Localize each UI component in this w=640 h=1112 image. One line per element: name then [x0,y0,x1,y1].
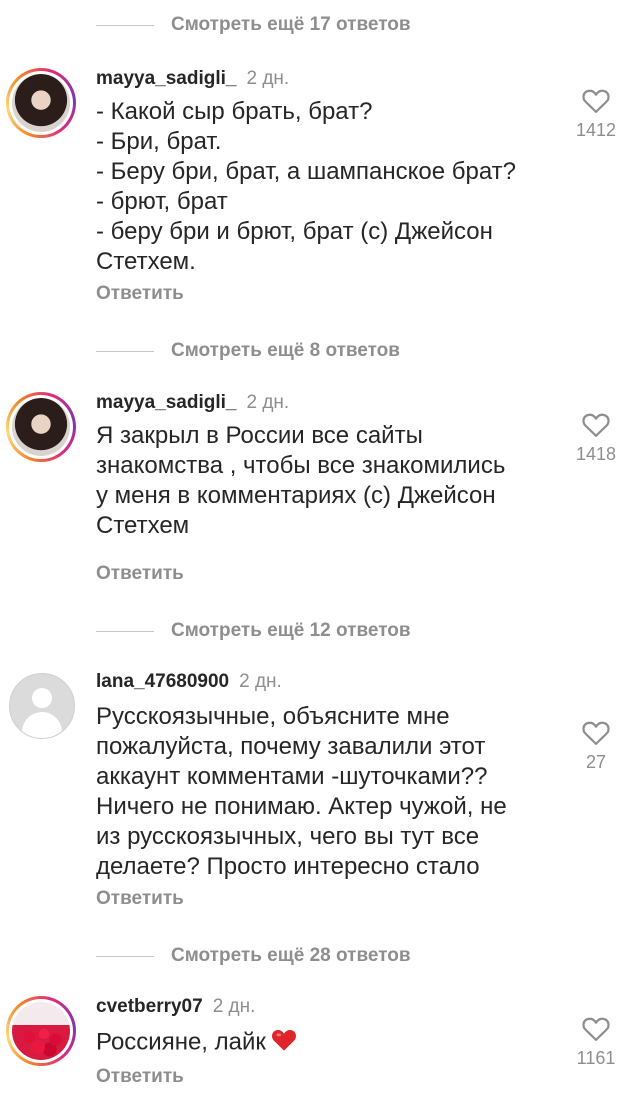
comment-line: - Какой сыр брать, брат? [96,98,373,125]
comment-line: - беру бри и брют, брат (с) Джейсон [96,218,493,245]
divider [96,955,154,957]
comment-line: Русскоязычные, объясните мне [96,703,450,730]
comment-line: Россияне, лайк [96,1028,266,1056]
view-more-replies[interactable]: Смотреть ещё 12 ответов [0,613,640,649]
comment-line: - Беру бри, брат, а шампанское брат? [96,158,517,185]
avatar[interactable] [6,996,76,1066]
comment-line: - брют, брат [96,188,228,215]
reply-button[interactable]: Ответить [96,563,184,585]
comment-line: Стетхем. [96,248,196,275]
like-button[interactable]: 27 [566,718,626,773]
comment-text: Россияне, лайк [96,1026,536,1060]
comment-time: 2 дн. [239,671,282,692]
view-more-replies[interactable]: Смотреть ещё 28 ответов [0,938,640,974]
heart-icon[interactable] [581,410,611,438]
like-count: 1161 [576,1048,616,1068]
reply-button[interactable]: Ответить [96,283,184,305]
comment-username[interactable]: mayya_sadigli_ [96,392,236,413]
comment-time: 2 дн. [246,392,290,413]
view-more-replies[interactable]: Смотреть ещё 8 ответов [0,333,640,369]
view-more-replies-label: Смотреть ещё 28 ответов [171,945,411,966]
view-more-replies-label: Смотреть ещё 12 ответов [171,620,411,641]
divider [96,630,154,632]
comment-line: знакомства , чтобы все знакомились [96,452,506,479]
heart-icon[interactable] [581,86,611,114]
comment-time: 2 дн. [246,68,290,89]
like-count: 1418 [575,444,617,464]
comment-username[interactable]: cvetberry07 [96,996,203,1017]
default-avatar-icon[interactable] [9,673,75,739]
comment-text: Русскоязычные, объясните мне пожалуйста,… [96,702,536,882]
like-button[interactable]: 1418 [566,410,626,465]
comment-line: Я закрыл в России все сайты [96,422,423,449]
reply-button[interactable]: Ответить [96,888,184,910]
profile-photo [12,74,70,132]
profile-photo [12,398,70,456]
comment-line: пожалуйста, почему завалили этот [96,733,486,760]
view-more-replies[interactable]: Смотреть ещё 17 ответов [0,7,640,43]
comment-line: аккаунт комментами -шуточками?? [96,763,488,790]
heart-icon[interactable] [581,718,611,746]
divider [96,24,154,26]
like-button[interactable]: 1412 [566,86,626,141]
reply-button[interactable]: Ответить [96,1066,184,1088]
view-more-replies-label: Смотреть ещё 8 ответов [171,340,400,361]
like-button[interactable]: 1161 [566,1014,626,1069]
comment-line: Стетхем [96,512,190,539]
heart-icon[interactable] [581,1014,611,1042]
avatar[interactable] [6,68,76,138]
comment-line: делаете? Просто интересно стало [96,853,480,880]
like-count: 27 [585,752,607,772]
comment-username[interactable]: lana_47680900 [96,671,229,692]
comment-text: - Какой сыр брать, брат? - Бри, брат. - … [96,97,536,277]
comment-line: - Бри, брат. [96,128,222,155]
view-more-replies-label: Смотреть ещё 17 ответов [171,14,411,35]
divider [96,350,154,352]
comment-line: у меня в комментариях (с) Джейсон [96,482,496,509]
comment-text: Я закрыл в России все сайты знакомства ,… [96,421,536,541]
like-count: 1412 [575,120,617,140]
avatar[interactable] [6,392,76,462]
red-heart-emoji-icon [270,1026,298,1060]
profile-photo [12,1002,70,1060]
comment-line: из русскоязычных, чего вы тут все [96,823,480,850]
comment-line: Ничего не понимаю. Актер чужой, не [96,793,507,820]
comment-username[interactable]: mayya_sadigli_ [96,68,236,89]
comment-time: 2 дн. [212,996,256,1017]
